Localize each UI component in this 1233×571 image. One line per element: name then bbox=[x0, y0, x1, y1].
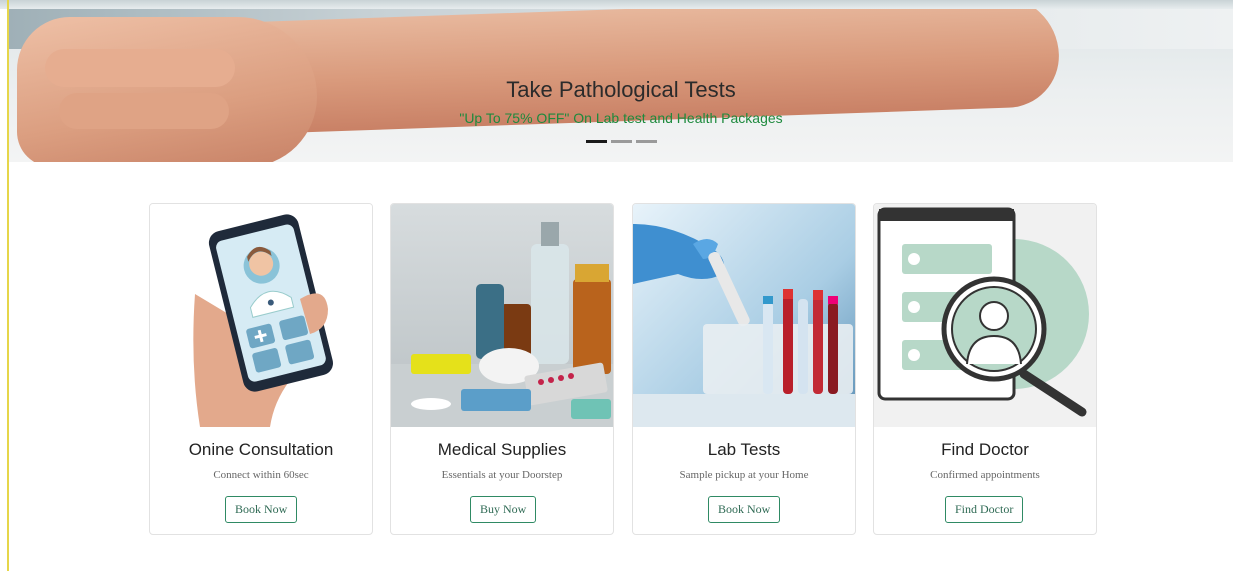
card-text: Confirmed appointments bbox=[930, 469, 1040, 481]
carousel-indicator-2[interactable] bbox=[611, 140, 632, 143]
hero-subtitle: "Up To 75% OFF" On Lab test and Health P… bbox=[459, 110, 783, 126]
card-text: Essentials at your Doorstep bbox=[441, 469, 563, 481]
carousel-indicator-1[interactable] bbox=[586, 140, 607, 143]
browser-top-strip bbox=[0, 0, 1233, 9]
buy-now-button[interactable]: Buy Now bbox=[470, 496, 537, 523]
card-text: Sample pickup at your Home bbox=[679, 469, 809, 481]
card-lab-tests: Lab Tests Sample pickup at your Home Boo… bbox=[632, 203, 856, 535]
carousel-indicator-3[interactable] bbox=[636, 140, 657, 143]
card-find-doctor: Find Doctor Confirmed appointments Find … bbox=[873, 203, 1097, 535]
card-medical-supplies: Medical Supplies Essentials at your Door… bbox=[390, 203, 614, 535]
card-title: Medical Supplies bbox=[437, 440, 567, 459]
book-now-button[interactable]: Book Now bbox=[225, 496, 298, 523]
phone-doctor-illustration bbox=[150, 204, 372, 427]
find-doctor-button[interactable]: Find Doctor bbox=[945, 496, 1024, 523]
medical-supplies-photo bbox=[391, 204, 613, 427]
hero-title: Take Pathological Tests bbox=[506, 77, 736, 102]
card-online-consultation: Onine Consultation Connect within 60sec … bbox=[149, 203, 373, 535]
card-title: Onine Consultation bbox=[188, 440, 334, 459]
card-text: Connect within 60sec bbox=[213, 469, 309, 481]
hero-carousel[interactable]: Take Pathological Tests "Up To 75% OFF" … bbox=[9, 9, 1233, 162]
card-title: Find Doctor bbox=[941, 440, 1029, 459]
carousel-indicators bbox=[586, 140, 657, 143]
lab-tests-photo bbox=[633, 204, 855, 427]
find-doctor-illustration bbox=[874, 204, 1096, 427]
book-now-button[interactable]: Book Now bbox=[708, 496, 781, 523]
card-title: Lab Tests bbox=[707, 440, 781, 459]
